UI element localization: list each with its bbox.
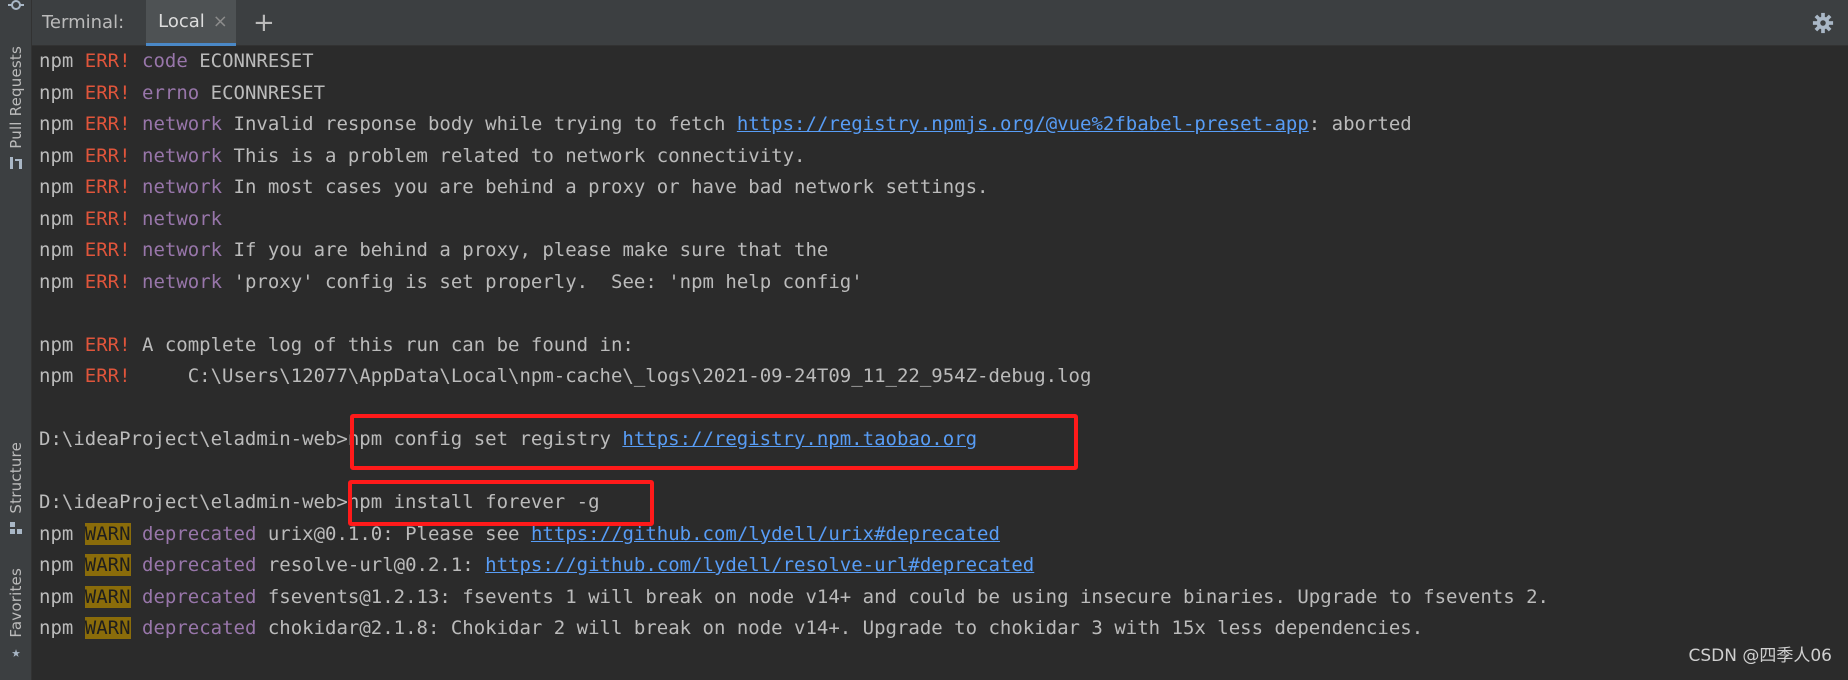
terminal-line: npm WARN deprecated urix@0.1.0: Please s…: [39, 522, 1000, 545]
structure-icon: [8, 520, 24, 539]
left-tool-stripe: Pull Requests Structure Favorites ★: [0, 0, 32, 680]
warn-badge: WARN: [84, 585, 131, 608]
star-icon: ★: [11, 642, 21, 661]
terminal-line: npm ERR! network In most cases you are b…: [39, 176, 989, 198]
highlight-box-install-command: [348, 480, 654, 526]
pull-request-icon: [8, 155, 24, 174]
pin-icon[interactable]: [8, 0, 24, 14]
warn-badge: WARN: [84, 554, 131, 576]
terminal-header: Terminal: Local × +: [32, 0, 1848, 46]
terminal-line: npm ERR! errno ECONNRESET: [39, 81, 326, 104]
url-link[interactable]: https://registry.npmjs.org/@vue%2fbabel-…: [737, 113, 1309, 135]
terminal-line: npm WARN deprecated resolve-url@0.2.1: h…: [39, 554, 1035, 576]
side-tab-structure[interactable]: Structure: [0, 442, 32, 539]
terminal-line: npm WARN deprecated fsevents@1.2.13: fse…: [39, 585, 1549, 608]
side-tab-favorites[interactable]: Favorites ★: [0, 568, 32, 660]
shell-prompt: D:\ideaProject\eladmin-web>: [39, 491, 348, 513]
watermark: CSDN @四季人06: [1688, 646, 1832, 666]
add-tab-button[interactable]: +: [252, 10, 276, 36]
terminal-line: npm ERR! network If you are behind a pro…: [39, 239, 829, 261]
side-tab-pull-requests[interactable]: Pull Requests: [0, 46, 32, 174]
tab-local[interactable]: Local ×: [146, 0, 236, 46]
terminal-output[interactable]: npm ERR! code ECONNRESET npm ERR! errno …: [39, 46, 1848, 680]
side-tab-favorites-label: Favorites: [7, 568, 25, 638]
terminal-line: npm WARN deprecated chokidar@2.1.8: Chok…: [39, 617, 1424, 639]
terminal-command-line: D:\ideaProject\eladmin-web>npm install f…: [39, 487, 1848, 519]
terminal-line: npm ERR! A complete log of this run can …: [39, 333, 634, 356]
terminal-line: npm ERR! network 'proxy' config is set p…: [39, 270, 863, 293]
terminal-line: npm ERR! code ECONNRESET: [39, 50, 314, 72]
terminal-line: npm ERR! network This is a problem relat…: [39, 144, 806, 167]
highlight-box-registry-command: [350, 414, 1078, 470]
terminal-title: Terminal:: [42, 12, 125, 33]
shell-prompt: D:\ideaProject\eladmin-web>: [39, 428, 348, 450]
gear-icon[interactable]: [1812, 12, 1834, 34]
side-tab-structure-label: Structure: [7, 442, 25, 514]
tab-local-label: Local: [158, 10, 205, 32]
warn-badge: WARN: [84, 522, 131, 545]
terminal-line: npm ERR! network: [39, 207, 223, 230]
url-link[interactable]: https://github.com/lydell/resolve-url#de…: [485, 554, 1034, 576]
terminal-line: npm ERR! C:\Users\12077\AppData\Local\np…: [39, 365, 1092, 387]
close-icon[interactable]: ×: [213, 11, 228, 32]
side-tab-pull-requests-label: Pull Requests: [7, 46, 25, 149]
warn-badge: WARN: [84, 617, 131, 639]
terminal-line: npm ERR! network Invalid response body w…: [39, 113, 1412, 135]
